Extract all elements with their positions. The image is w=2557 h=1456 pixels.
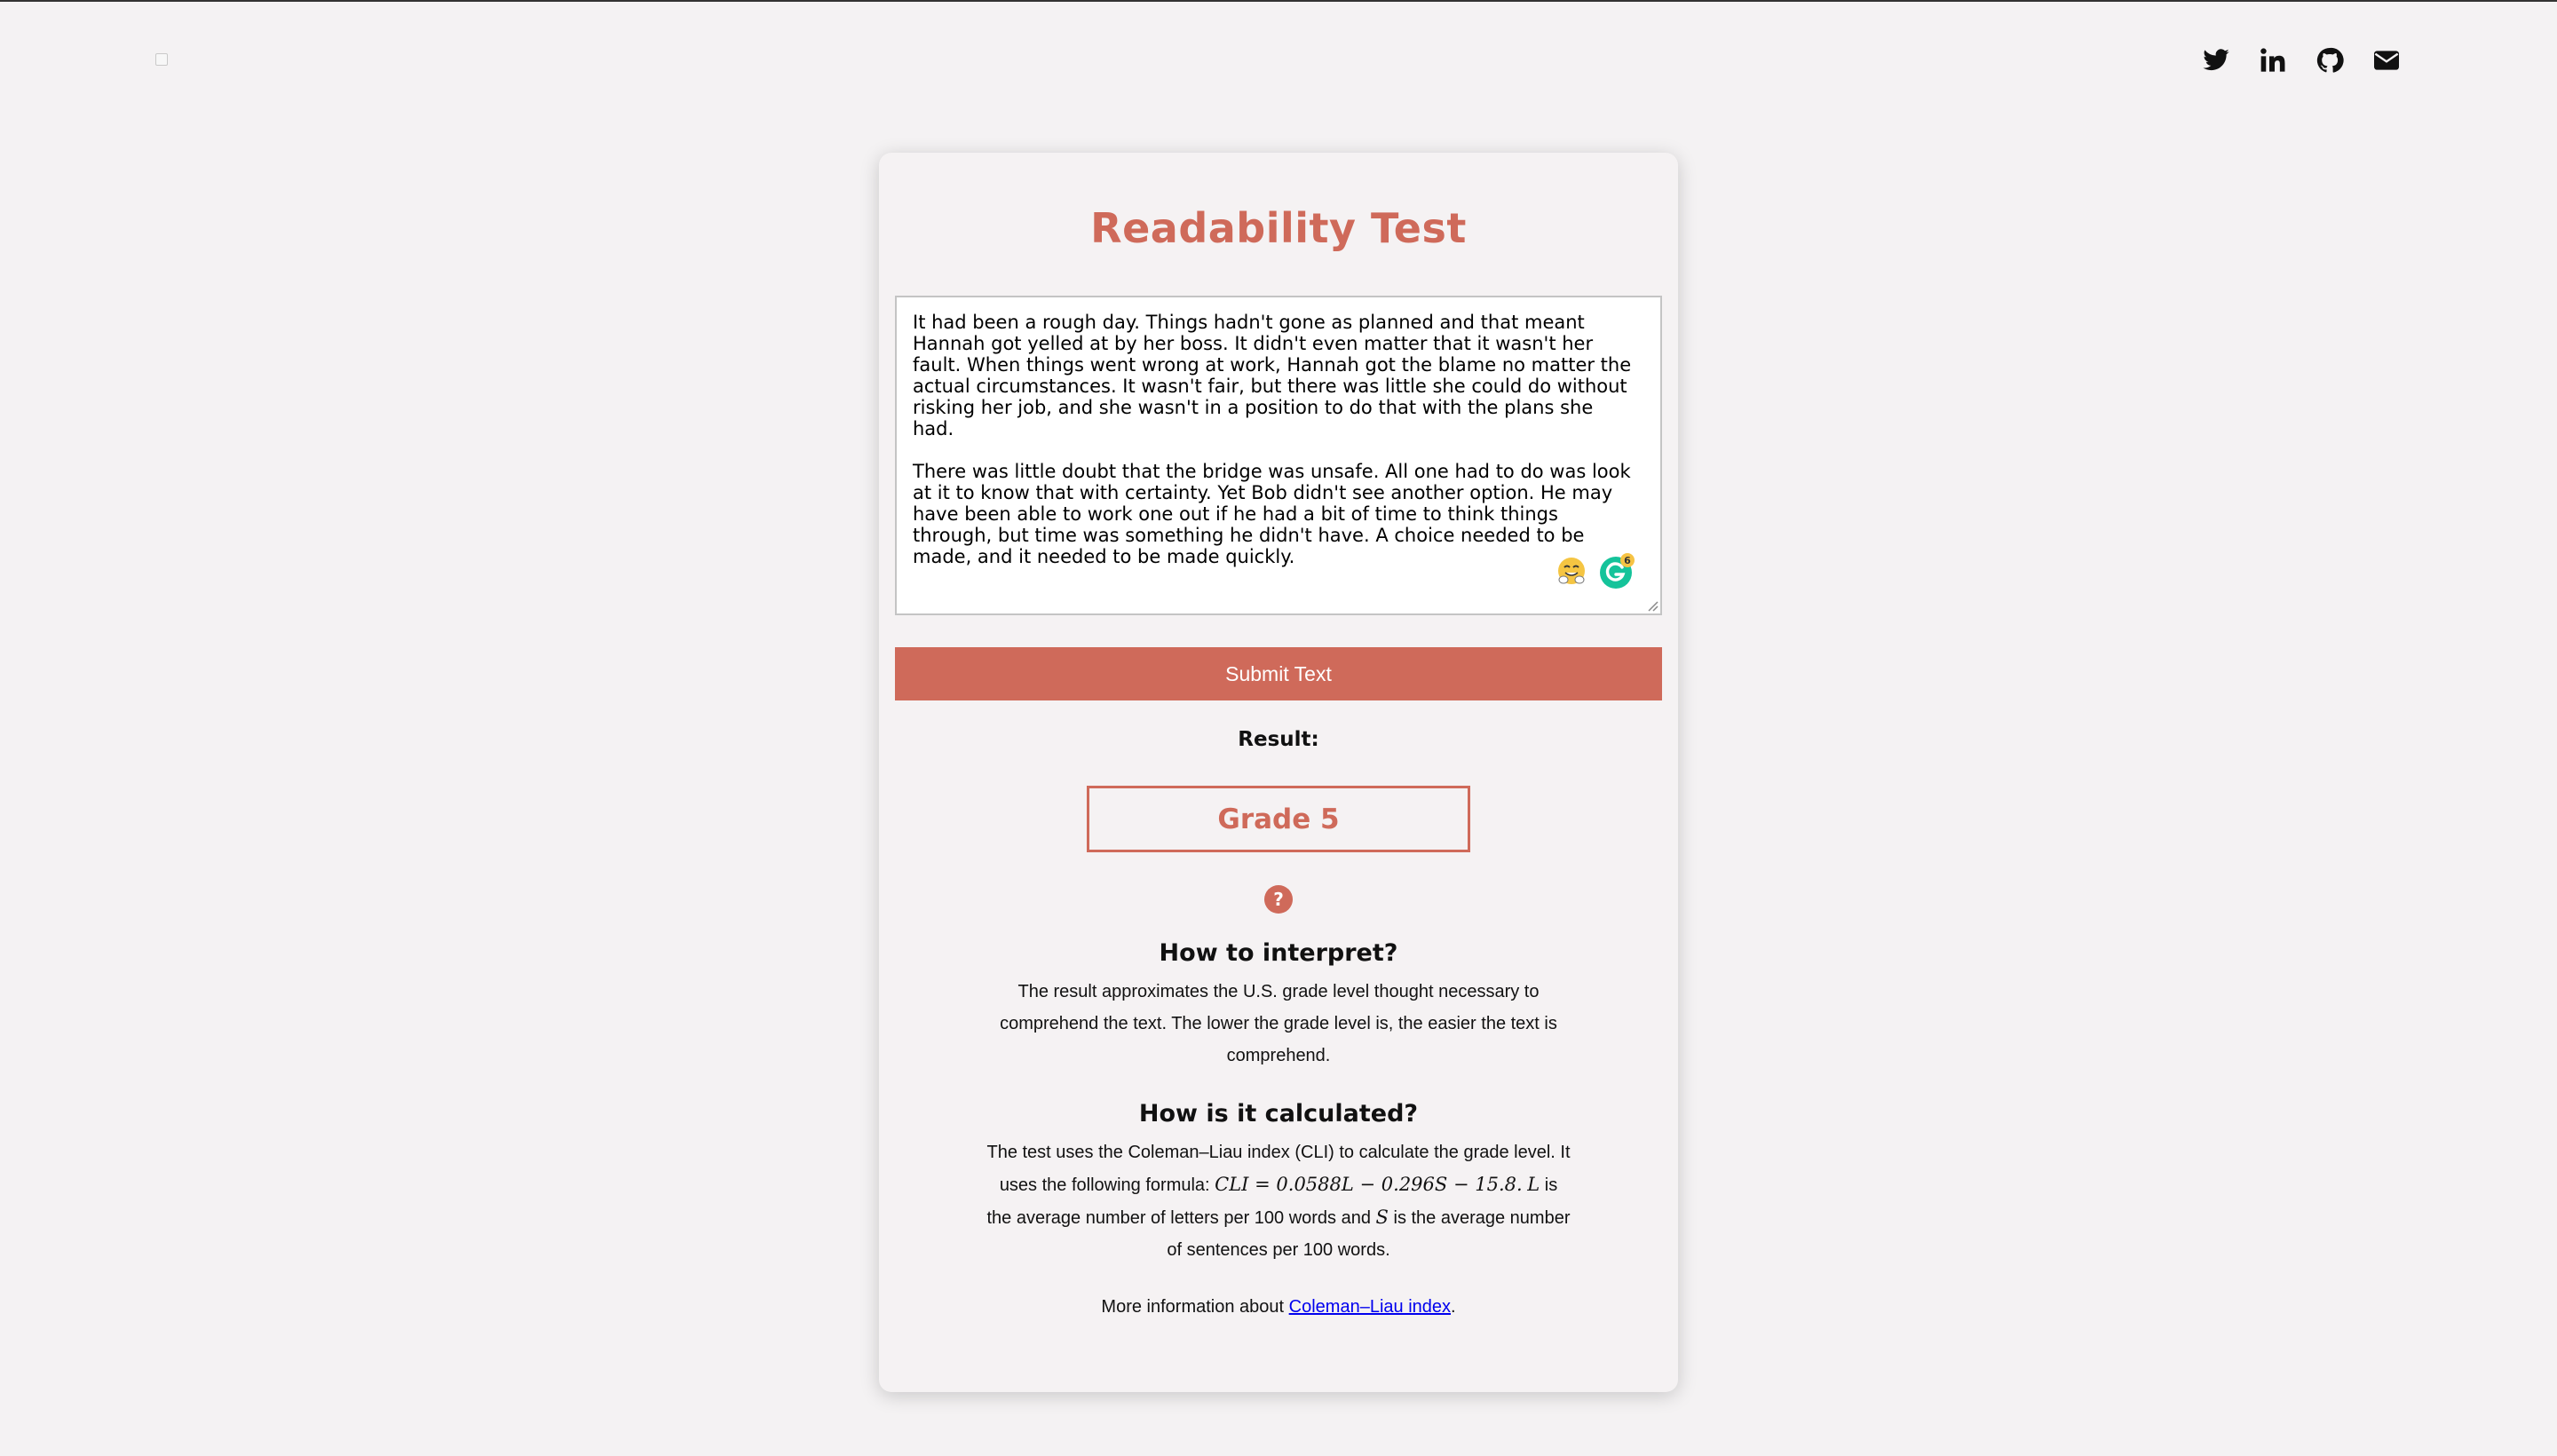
submit-button[interactable]: Submit Text	[895, 647, 1662, 700]
more-info-prefix: More information about	[1101, 1297, 1289, 1317]
email-link[interactable]	[2372, 46, 2401, 75]
more-info: More information about Coleman–Liau inde…	[0, 1297, 2557, 1318]
coleman-liau-link[interactable]: Coleman–Liau index	[1289, 1297, 1451, 1317]
resize-handle[interactable]	[1644, 597, 1658, 612]
help-icon[interactable]: ?	[1264, 885, 1293, 914]
linkedin-icon	[2260, 48, 2285, 72]
more-info-suffix: .	[1451, 1297, 1456, 1317]
grammarly-badge-count: 6	[1624, 555, 1631, 566]
emoji-extension-icon[interactable]	[1556, 555, 1587, 587]
text-input[interactable]: It had been a rough day. Things hadn't g…	[895, 296, 1662, 615]
calculation-text: The test uses the Coleman–Liau index (CL…	[986, 1136, 1571, 1266]
grade-result: Grade 5	[1087, 786, 1470, 852]
twitter-link[interactable]	[2202, 46, 2230, 75]
interpret-text: The result approximates the U.S. grade l…	[1000, 982, 1557, 1065]
text-input-content[interactable]: It had been a rough day. Things hadn't g…	[913, 312, 1637, 589]
interpret-heading: How to interpret?	[1159, 939, 1398, 967]
github-link[interactable]	[2316, 46, 2344, 75]
grammarly-extension[interactable]: 6	[1598, 551, 1637, 590]
text-paragraph: It had been a rough day. Things hadn't g…	[913, 312, 1632, 439]
grade-value: Grade 5	[1217, 803, 1340, 835]
l-symbol: L	[1527, 1174, 1540, 1195]
calculation-heading: How is it calculated?	[1138, 1100, 1419, 1128]
top-checkbox[interactable]	[155, 53, 168, 66]
cli-formula: CLI = 0.0588L − 0.296S − 15.8.	[1215, 1174, 1523, 1195]
social-links	[2202, 46, 2401, 75]
linkedin-link[interactable]	[2259, 46, 2287, 75]
page-title: Readability Test	[1090, 204, 1467, 252]
s-symbol: S	[1375, 1207, 1389, 1228]
result-label: Result:	[1238, 728, 1319, 751]
github-icon	[2316, 47, 2344, 73]
twitter-icon	[2203, 49, 2229, 71]
grammarly-icon: 6	[1600, 553, 1635, 589]
mail-icon	[2374, 51, 2399, 70]
text-paragraph: There was little doubt that the bridge w…	[913, 461, 1631, 567]
